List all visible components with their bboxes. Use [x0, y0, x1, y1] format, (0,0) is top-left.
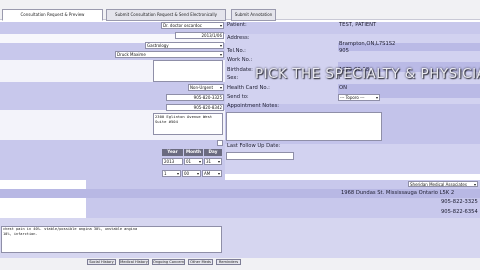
health-card-value: ON — [339, 85, 347, 91]
clinic-fax: 905-822-6354 — [441, 209, 478, 215]
last-followup-label: Last Follow Up Date: — [227, 143, 281, 149]
minute-select[interactable]: 00 — [182, 170, 201, 177]
tel-value: 905 — [339, 48, 349, 54]
health-card-label: Health Card No.: — [227, 85, 270, 91]
date-field[interactable]: 2013/1/06 — [175, 32, 224, 39]
work-label: Work No.: — [227, 57, 253, 63]
birthdate-label: Birthdate: — [227, 67, 253, 73]
appointment-notes-field[interactable] — [226, 112, 382, 141]
send-to-label: Send to: — [227, 94, 249, 100]
sex-label: Sex: — [227, 75, 239, 81]
reminders-button[interactable]: Reminders — [216, 259, 241, 265]
tab-submit-send-electronically[interactable]: Submit Consultation Request & Send Elect… — [106, 9, 226, 21]
tab-submit-annotation[interactable]: Submit Annotation — [231, 9, 276, 21]
specialist-fax-field[interactable]: 905-820-8342 — [166, 104, 224, 111]
tab-consultation-preview[interactable]: Consultation Request & Preview — [2, 9, 103, 21]
year-header: Year — [162, 149, 183, 156]
clinic-phone: 905-822-3325 — [441, 199, 478, 205]
medical-history-button[interactable]: Medical History — [119, 259, 149, 265]
address-label: Address: — [227, 35, 250, 41]
send-to-select[interactable]: --- Toporo --- — [338, 94, 380, 101]
tel-label: Tel.No.: — [227, 48, 246, 54]
last-followup-field[interactable] — [226, 152, 294, 160]
day-header: Day — [204, 149, 222, 156]
clinic-select[interactable]: Sheridan Medical Associates — [408, 181, 478, 187]
tab-bar: Consultation Request & Preview Submit Co… — [0, 0, 480, 21]
reason-for-consultation-field[interactable]: chest pain in 40%. stable/possible angin… — [1, 226, 222, 253]
hour-select[interactable]: 1 — [162, 170, 181, 177]
specialist-select[interactable]: Druck Maxime — [115, 51, 224, 58]
referral-notes-field[interactable] — [153, 60, 223, 82]
service-select[interactable]: Gastrology — [145, 42, 224, 49]
social-history-button[interactable]: Social History — [87, 259, 116, 265]
specialist-address-field[interactable]: 2300 Eglinton Avenue West Suite #504 — [153, 113, 223, 135]
appointment-notes-label: Appointment Notes: — [227, 103, 280, 109]
month-header: Month — [184, 149, 203, 156]
appointment-checkbox[interactable] — [217, 140, 223, 146]
address-value: Brampton,ON,L7S1S2 — [339, 41, 396, 47]
month-select[interactable]: 01 — [184, 158, 203, 165]
clinic-address: 1968 Dundas St. Mississauga Ontario L5K … — [341, 190, 455, 196]
patient-label: Patient: — [227, 22, 247, 28]
other-meds-button[interactable]: Other Meds — [188, 259, 213, 265]
urgency-select[interactable]: Non-Urgent — [188, 84, 224, 91]
ongoing-concerns-button[interactable]: Ongoing Concerns — [152, 259, 185, 265]
doctor-select[interactable]: Dr. doctor oscardoc — [161, 22, 224, 29]
overlay-caption: PICK THE SPECIALTY & PHYSICIAN — [255, 66, 480, 82]
patient-value: TEST, PATIENT — [339, 22, 377, 28]
day-select[interactable]: 31 — [204, 158, 222, 165]
ampm-select[interactable]: AM — [202, 170, 222, 177]
specialist-phone-field[interactable]: 905-820-3325 — [166, 94, 224, 101]
year-field[interactable]: 2013 — [162, 158, 183, 165]
